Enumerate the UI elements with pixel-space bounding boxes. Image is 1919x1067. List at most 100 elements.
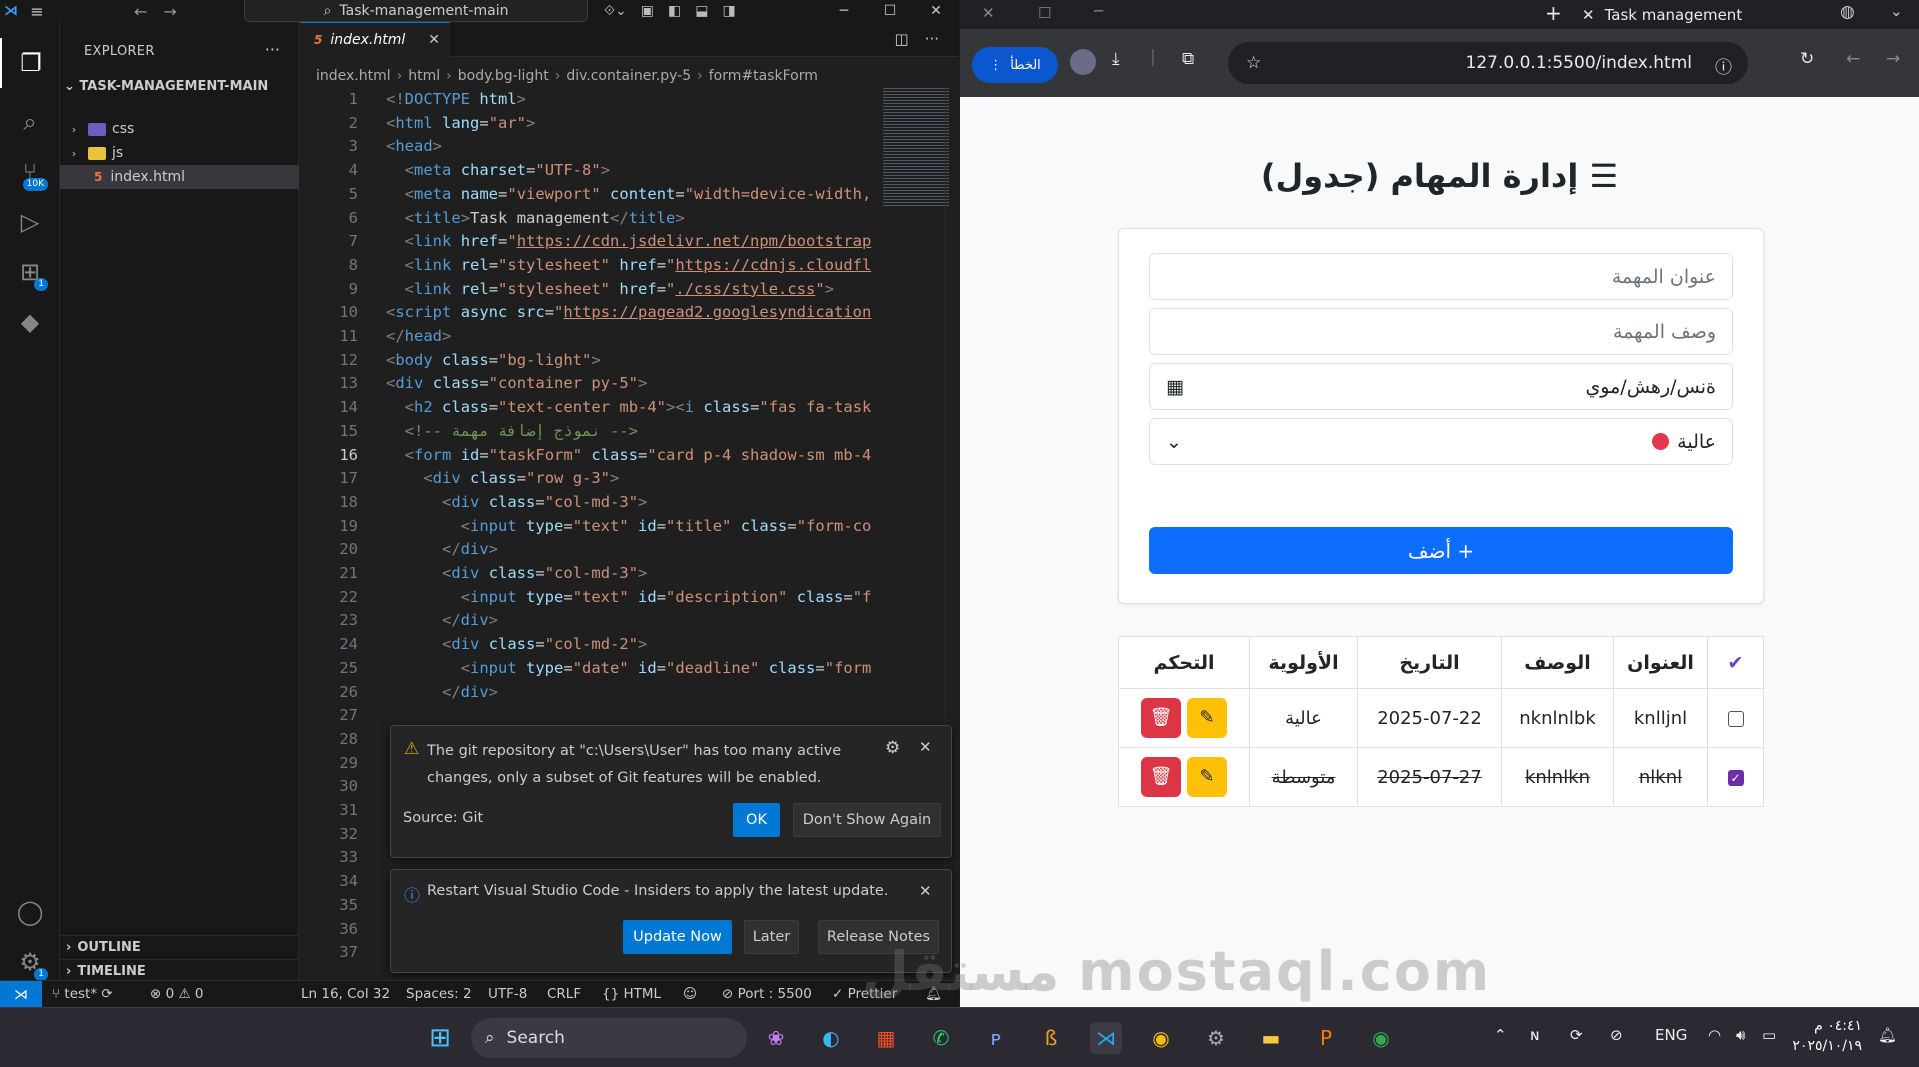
- file-explorer-icon[interactable]: ▬: [1255, 1022, 1287, 1054]
- app-tray-icon[interactable]: ɴ: [1530, 1026, 1540, 1044]
- later-button[interactable]: Later: [744, 920, 799, 954]
- copilot-icon[interactable]: ⟐⌄: [604, 3, 627, 19]
- layout-icon[interactable]: ▣: [641, 3, 654, 19]
- dont-show-again-button[interactable]: Don't Show Again: [793, 803, 941, 837]
- error-button[interactable]: ⋮ الخطأ: [972, 47, 1058, 83]
- maximize-icon[interactable]: ☐: [867, 3, 913, 19]
- language-mode[interactable]: {} HTML: [602, 986, 661, 1002]
- command-center-search[interactable]: ⌕ Task-management-main: [244, 0, 588, 22]
- app-icon[interactable]: ᴘ: [980, 1022, 1012, 1054]
- chrome-icon[interactable]: ◉: [1365, 1022, 1397, 1054]
- account-icon[interactable]: ◯: [0, 887, 60, 937]
- update-now-button[interactable]: Update Now: [623, 920, 732, 954]
- edit-button[interactable]: ✎: [1187, 757, 1227, 797]
- line-ending[interactable]: CRLF: [547, 986, 581, 1002]
- wifi-icon[interactable]: ◠: [1708, 1026, 1721, 1044]
- toggle-panel-icon[interactable]: ⬓: [695, 3, 708, 19]
- breadcrumb-item[interactable]: html: [408, 68, 440, 84]
- whatsapp-icon[interactable]: ✆: [925, 1022, 957, 1054]
- problems-status[interactable]: ⊗ 0 ⚠ 0: [150, 986, 204, 1002]
- indentation[interactable]: Spaces: 2: [406, 986, 472, 1002]
- tree-file-index-html[interactable]: 5 index.html: [60, 165, 299, 189]
- close-icon[interactable]: ✕: [913, 3, 959, 19]
- description-input[interactable]: وصف المهمة: [1149, 308, 1733, 355]
- python-icon[interactable]: ◆: [0, 297, 60, 347]
- search-icon[interactable]: ⌕: [0, 97, 60, 147]
- chevron-up-icon[interactable]: ⌃: [1494, 1026, 1507, 1044]
- remote-icon[interactable]: ⋊: [0, 981, 42, 1008]
- priority-select[interactable]: عالية ⌄: [1149, 418, 1733, 465]
- close-icon[interactable]: ✕: [919, 882, 932, 900]
- volume-icon[interactable]: 🔊︎: [1736, 1026, 1745, 1044]
- maximize-icon[interactable]: ☐: [1038, 4, 1051, 22]
- close-icon[interactable]: ✕: [982, 4, 995, 22]
- deadline-input[interactable]: ةنس/رهش/موي ▦: [1149, 363, 1733, 410]
- avatar[interactable]: [1070, 49, 1096, 75]
- battery-icon[interactable]: ▭: [1762, 1026, 1776, 1044]
- bell-icon[interactable]: 🔔︎: [1878, 1026, 1897, 1044]
- split-editor-icon[interactable]: ◫: [895, 30, 909, 48]
- cursor-position[interactable]: Ln 16, Col 32: [301, 986, 390, 1002]
- breadcrumb-item[interactable]: form#taskForm: [709, 68, 818, 84]
- source-control-icon[interactable]: ⑂ 10K: [0, 147, 60, 197]
- tree-folder-css[interactable]: › css: [60, 117, 299, 141]
- browser-tab[interactable]: ✕ Task management: [1582, 0, 1822, 29]
- calendar-icon[interactable]: ▦: [1166, 376, 1184, 398]
- language-indicator[interactable]: ENG: [1655, 1026, 1687, 1044]
- taskbar-search[interactable]: ⌕ Search: [471, 1018, 747, 1058]
- download-icon[interactable]: ⤓: [1112, 49, 1120, 69]
- breadcrumb-item[interactable]: div.container.py-5: [566, 68, 691, 84]
- app-icon[interactable]: P: [1310, 1022, 1342, 1054]
- reload-icon[interactable]: ↻: [1800, 49, 1814, 69]
- toggle-secondary-icon[interactable]: ◨: [722, 3, 735, 19]
- minimap[interactable]: [883, 88, 949, 208]
- vscode-insiders-icon[interactable]: ⋊: [1090, 1022, 1122, 1054]
- edge-icon[interactable]: ◐: [815, 1022, 847, 1054]
- copilot-icon[interactable]: ❀: [760, 1022, 792, 1054]
- close-icon[interactable]: ✕: [1582, 6, 1595, 24]
- add-task-button[interactable]: أضف +: [1149, 527, 1733, 574]
- minimize-icon[interactable]: ─: [821, 3, 867, 19]
- gear-icon[interactable]: ⚙: [885, 738, 900, 758]
- chevron-down-icon[interactable]: ⌄: [1890, 2, 1903, 20]
- encoding[interactable]: UTF-8: [488, 986, 527, 1002]
- forward-icon[interactable]: →: [1886, 49, 1900, 69]
- ok-button[interactable]: OK: [733, 803, 780, 837]
- close-icon[interactable]: ✕: [428, 32, 440, 48]
- chrome-icon[interactable]: ◉: [1145, 1022, 1177, 1054]
- branch-status[interactable]: ⑂ test* ⟳: [52, 986, 113, 1002]
- outline-section[interactable]: › OUTLINE: [60, 935, 299, 959]
- title-input[interactable]: عنوان المهمة: [1149, 253, 1733, 300]
- site-info-icon[interactable]: ⓘ: [1715, 53, 1732, 78]
- toggle-sidebar-icon[interactable]: ◧: [668, 3, 681, 19]
- minimize-icon[interactable]: ─: [1094, 2, 1103, 20]
- app-icon[interactable]: ß: [1035, 1022, 1067, 1054]
- new-tab-icon[interactable]: +: [1545, 1, 1562, 25]
- nav-arrows[interactable]: ←→: [134, 2, 193, 21]
- live-server-port[interactable]: ⊘ Port : 5500: [722, 986, 812, 1002]
- clock[interactable]: ٠٤:٤١ م ٢٠٢٥/١٠/١٩: [1790, 1016, 1862, 1056]
- breadcrumb-item[interactable]: index.html: [316, 68, 391, 84]
- delete-button[interactable]: 🗑︎: [1141, 698, 1181, 738]
- run-debug-icon[interactable]: ▷: [0, 197, 60, 247]
- workspace-root[interactable]: ⌄ TASK-MANAGEMENT-MAIN: [64, 79, 268, 94]
- breadcrumb-item[interactable]: body.bg-light: [458, 68, 549, 84]
- star-icon[interactable]: ☆: [1246, 53, 1261, 73]
- start-icon[interactable]: ⊞: [424, 1022, 456, 1054]
- tree-folder-js[interactable]: › js: [60, 141, 299, 165]
- network-off-icon[interactable]: ⊘: [1610, 1026, 1623, 1044]
- sync-icon[interactable]: ⟳: [1570, 1026, 1583, 1044]
- more-actions-icon[interactable]: ···: [265, 40, 280, 59]
- delete-button[interactable]: 🗑︎: [1141, 757, 1181, 797]
- edit-button[interactable]: ✎: [1187, 698, 1227, 738]
- copilot-status-icon[interactable]: ☺: [683, 986, 697, 1002]
- address-bar[interactable]: ☆ 127.0.0.1:5500/index.html ⓘ: [1228, 42, 1748, 84]
- store-icon[interactable]: ▦: [870, 1022, 902, 1054]
- close-icon[interactable]: ✕: [919, 738, 932, 756]
- extensions-icon[interactable]: ⧉: [1182, 49, 1194, 69]
- tab-index-html[interactable]: 5 index.html ✕: [300, 22, 450, 57]
- done-checkbox[interactable]: [1727, 710, 1744, 727]
- back-icon[interactable]: ←: [1846, 49, 1860, 69]
- done-checkbox[interactable]: ✓: [1727, 769, 1744, 786]
- settings-gear-icon[interactable]: ⚙: [1200, 1022, 1232, 1054]
